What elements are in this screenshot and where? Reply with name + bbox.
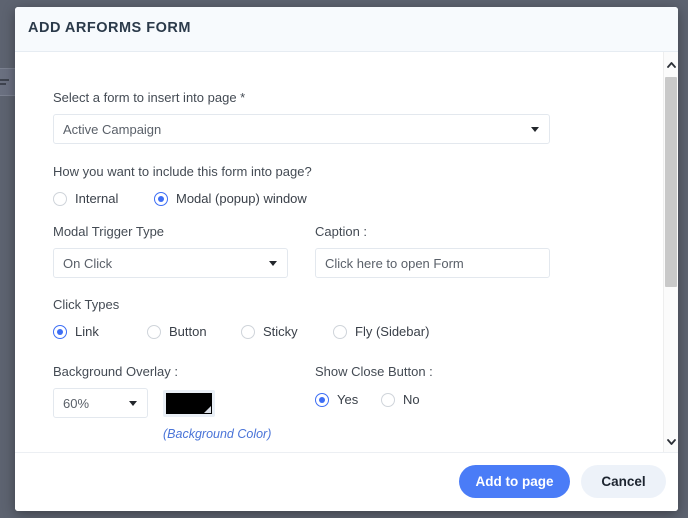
page-title: ADD ARFORMS FORM: [28, 20, 191, 36]
modal-footer: Add to page Cancel: [15, 452, 678, 511]
caption-input[interactable]: Click here to open Form: [315, 248, 550, 278]
radio-close-yes[interactable]: Yes: [315, 392, 358, 407]
chevron-down-icon: [666, 438, 676, 445]
form-select[interactable]: Active Campaign: [53, 114, 550, 144]
background-color-note: (Background Color): [163, 427, 272, 441]
cancel-button[interactable]: Cancel: [581, 465, 666, 498]
chevron-up-icon: [666, 61, 676, 68]
modal-trigger-type-value: On Click: [63, 255, 113, 271]
radio-fly-sidebar[interactable]: Fly (Sidebar): [333, 324, 429, 339]
background-page-widget-line: [0, 83, 6, 85]
radio-link[interactable]: Link: [53, 324, 99, 339]
radio-close-no-indicator[interactable]: [381, 392, 395, 407]
modal-body-content: Select a form to insert into page * Acti…: [15, 52, 663, 452]
radio-fly-sidebar-label: Fly (Sidebar): [355, 324, 430, 339]
radio-sticky[interactable]: Sticky: [241, 324, 298, 339]
radio-internal-label: Internal: [75, 191, 119, 206]
scrollbar-thumb[interactable]: [665, 77, 677, 287]
caption-label: Caption :: [315, 224, 368, 239]
background-color-swatch[interactable]: [163, 390, 215, 417]
chevron-down-icon: [269, 261, 277, 266]
modal-body: Select a form to insert into page * Acti…: [15, 52, 678, 452]
radio-link-label: Link: [75, 324, 99, 339]
radio-fly-sidebar-indicator[interactable]: [333, 324, 347, 339]
background-page-widget-line: [0, 79, 9, 81]
form-select-value: Active Campaign: [63, 121, 162, 137]
radio-close-yes-label: Yes: [337, 392, 359, 407]
modal-trigger-type-label: Modal Trigger Type: [53, 224, 165, 239]
modal-trigger-type-select[interactable]: On Click: [53, 248, 288, 278]
radio-button-indicator[interactable]: [147, 324, 161, 339]
click-types-label: Click Types: [53, 297, 120, 312]
radio-sticky-label: Sticky: [263, 324, 298, 339]
radio-button-label: Button: [169, 324, 207, 339]
modal-body-scrollbar[interactable]: [663, 52, 678, 452]
background-overlay-label: Background Overlay :: [53, 364, 179, 379]
radio-modal-popup-window-indicator[interactable]: [154, 191, 168, 206]
scroll-down-arrow[interactable]: [664, 434, 678, 449]
radio-close-yes-indicator[interactable]: [315, 392, 329, 407]
radio-button[interactable]: Button: [147, 324, 207, 339]
chevron-down-icon: [129, 401, 137, 406]
radio-close-no[interactable]: No: [381, 392, 420, 407]
required-marker: *: [240, 90, 246, 105]
background-overlay-value: 60%: [63, 395, 90, 411]
radio-sticky-indicator[interactable]: [241, 324, 255, 339]
radio-link-indicator[interactable]: [53, 324, 67, 339]
radio-close-no-label: No: [403, 392, 420, 407]
modal-header: ADD ARFORMS FORM: [15, 7, 678, 52]
color-picker-corner-icon: [204, 406, 211, 413]
include-method-label: How you want to include this form into p…: [53, 164, 312, 179]
radio-modal-popup-window[interactable]: Modal (popup) window: [154, 191, 307, 206]
radio-internal-indicator[interactable]: [53, 191, 67, 206]
scroll-up-arrow[interactable]: [664, 57, 678, 72]
add-arforms-form-modal: ADD ARFORMS FORM Select a form to insert…: [15, 7, 678, 511]
add-to-page-button[interactable]: Add to page: [459, 465, 570, 498]
radio-modal-popup-window-label: Modal (popup) window: [176, 191, 307, 206]
background-overlay-select[interactable]: 60%: [53, 388, 148, 418]
show-close-button-label: Show Close Button :: [315, 364, 433, 379]
form-select-label: Select a form to insert into page *: [53, 90, 246, 105]
radio-internal[interactable]: Internal: [53, 191, 118, 206]
chevron-down-icon: [531, 127, 539, 132]
